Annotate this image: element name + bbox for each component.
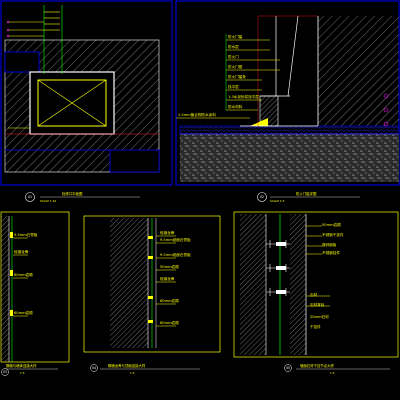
panel-scale: 1:5 (130, 371, 135, 375)
callout-label: 找平层 (228, 84, 239, 89)
left-dimension-marks (7, 21, 9, 37)
cad-drawing-sheet: 01 检修口平面图 SCALE 1:10 防火门槛 防水层 防火门 防火门框 防… (0, 0, 400, 376)
callout-label: 轻钢龙骨 (14, 249, 29, 254)
detail-number: 02 (260, 195, 264, 199)
panel-scale: 1:5 (330, 371, 335, 375)
panel-top-right: 防火门槛 防水层 防火门 防火门框 防火门槛条 找平层 1:3水泥砂浆找平层 防… (175, 0, 400, 203)
callout-label: 防火门槛 (228, 34, 243, 39)
detail-number: 04 (92, 366, 96, 370)
waterproof-layer (179, 125, 400, 135)
callout-label: 轻钢龙骨 (160, 230, 175, 235)
panel-scale: SCALE 1:5 (270, 199, 285, 203)
callout-label: 50mm岩棉 (322, 222, 341, 227)
callout-label: 不锈钢挂件 (322, 250, 340, 255)
detail-number: 01 (28, 195, 32, 199)
callout-label: 镀锌钢板 (322, 242, 337, 247)
callout-label: 轻钢龙骨 (160, 276, 175, 281)
concrete-floor-slab (180, 134, 399, 182)
callout-label: 1:3水泥砂浆找平层 (228, 94, 259, 99)
callout-label: 防火门框 (228, 64, 243, 69)
callout-label: 不锈钢干挂件 (322, 232, 344, 237)
panel-scale: SCALE 1:10 (40, 199, 56, 203)
hatched-wall-right (318, 16, 399, 126)
callout-label: 60mm岩棉 (14, 272, 33, 277)
callout-label: 1.5mm聚合物防水涂料 (178, 112, 216, 117)
panel-bottom-left: 9.5mm石膏板 轻钢龙骨 60mm岩棉 60mm岩棉 隔墙与墙体连接大样 1:… (0, 211, 70, 376)
hatched-wall (110, 218, 148, 348)
panel-title: 检修口平面图 (62, 191, 83, 196)
callout-label: 防水层 (228, 44, 239, 49)
callout-label: 9.5mm纸面石膏板 (160, 237, 191, 242)
hatched-stone (290, 214, 306, 355)
callout-label: 20mm石材 (310, 314, 329, 319)
detail-number: 03 (3, 370, 7, 374)
blue-step (109, 149, 160, 173)
callout-label: 50mm岩棉 (160, 264, 179, 269)
callout-label: 60mm岩棉 (160, 320, 179, 325)
panel-top-left: 01 检修口平面图 SCALE 1:10 (0, 0, 173, 203)
hatched-wall (1, 216, 9, 362)
callout-label: 防火门槛条 (228, 74, 246, 79)
detail-number: 05 (286, 366, 290, 370)
blue-notch (4, 51, 40, 73)
callout-label: 防火门 (228, 54, 239, 59)
callout-label: 60mm岩棉 (14, 310, 33, 315)
panel-title: 隔墙龙骨与顶面连接大样 (108, 363, 146, 368)
door-leaf-line (287, 15, 299, 97)
panel-title: 墙面石材干挂节点大样 (300, 363, 335, 368)
callout-label: 防水材料 (228, 104, 243, 109)
panel-bottom-right: 50mm岩棉 不锈钢干挂件 镀锌钢板 不锈钢挂件 石材 石材背栓 20mm石材 … (233, 211, 399, 375)
callout-label: 9.5mm纸面石膏板 (160, 252, 191, 257)
stud-marks (10, 232, 13, 316)
callout-label: 60mm岩棉 (160, 298, 179, 303)
leader-lines (156, 235, 176, 327)
panel-title: 防火门槛详图 (296, 191, 317, 196)
callout-label: 石材 (310, 292, 318, 297)
panel-scale: 1:5 (20, 371, 25, 375)
panel-bottom-middle: 轻钢龙骨 9.5mm纸面石膏板 9.5mm纸面石膏板 50mm岩棉 轻钢龙骨 6… (83, 215, 221, 375)
hatched-structure (240, 214, 266, 355)
panel-title: 隔墙与墙体连接大样 (6, 363, 37, 368)
callout-label: 石材背栓 (310, 302, 325, 307)
anchor-bolts (276, 242, 286, 294)
callout-label: 干挂件 (310, 324, 321, 329)
callout-label: 9.5mm石膏板 (14, 232, 38, 237)
